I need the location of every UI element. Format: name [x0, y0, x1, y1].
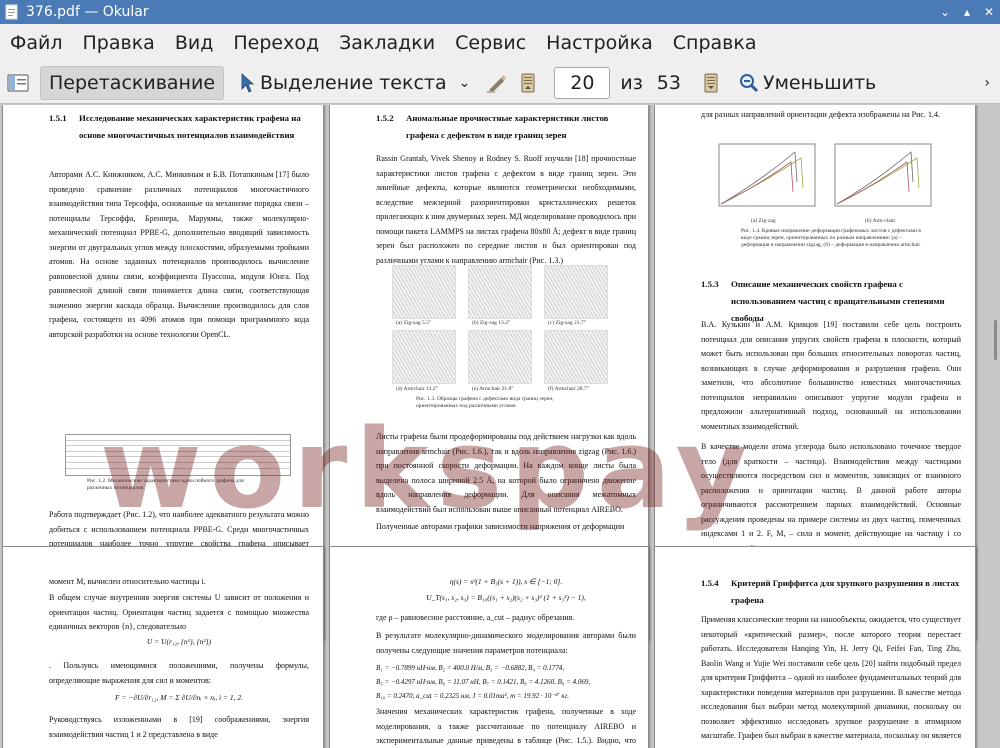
- figure-caption: Рис. 1.4. Кривые напряжение-деформация г…: [741, 228, 921, 248]
- body-paragraph: В.А. Кузькин и А.М. Кривцов [19] постави…: [701, 320, 961, 431]
- document-viewport[interactable]: 1.5.1 Исследование механических характер…: [0, 105, 1000, 748]
- body-paragraph: . Пользуясь имеющимися положениями, полу…: [49, 661, 309, 685]
- text-select-tool-label: Выделение текста: [260, 71, 447, 94]
- stress-strain-plot-a: [718, 143, 816, 207]
- maximize-button[interactable]: ▴: [956, 5, 978, 19]
- window-title: 376.pdf — Okular: [26, 4, 149, 20]
- parameter-line: B₅ = −0.4297 нН·нм, B₆ = 11.07 нН, B₇ = …: [376, 678, 591, 686]
- zoom-out-button[interactable]: Уменьшить: [731, 66, 884, 100]
- scrollbar-thumb[interactable]: [994, 320, 997, 360]
- body-paragraph: где ρ – равновесное расстояние, a_cut – …: [376, 613, 575, 622]
- page-next-icon[interactable]: [699, 71, 723, 95]
- minimize-button[interactable]: ⌄: [934, 5, 956, 19]
- browse-tool-label: Перетаскивание: [49, 71, 216, 94]
- toolbar-overflow-icon[interactable]: ›: [984, 75, 990, 91]
- body-paragraph: В качестве модели атома углерода было ис…: [701, 442, 961, 553]
- body-paragraph: Значения механических характеристик граф…: [376, 707, 636, 745]
- page-prev-icon[interactable]: [516, 71, 540, 95]
- menu-edit[interactable]: Правка: [73, 32, 165, 54]
- title-bar: 376.pdf — Okular ⌄ ▴ ✕: [0, 0, 1000, 24]
- formula: η(s) = s²(1 + B₃(s + 1)), s ∈ [−1; 0].: [449, 577, 563, 586]
- chevron-down-icon[interactable]: ⌄: [459, 75, 471, 91]
- table-row: [66, 463, 290, 469]
- zoom-out-label: Уменьшить: [762, 71, 877, 94]
- body-paragraph: Полученные авторами графики зависимости …: [376, 522, 625, 531]
- graphene-lattice-image: [544, 330, 608, 384]
- body-paragraph: В результате молекулярно-динамического м…: [376, 631, 636, 655]
- menu-file[interactable]: Файл: [0, 32, 73, 54]
- menu-view[interactable]: Вид: [165, 32, 224, 54]
- stress-strain-plot-b: [834, 143, 932, 207]
- section-heading: Критерий Гриффитса для хрупкого разрушен…: [731, 578, 960, 605]
- body-paragraph: В общем случае внутренняя энергия систем…: [49, 593, 309, 631]
- parameter-line: B₁ = −0.7899 нН·нм, B₂ = 400.0 Н/м, B₃ =…: [376, 664, 565, 672]
- body-paragraph: Листы графена были продеформированы под …: [376, 432, 636, 514]
- table-caption: Рис. 1.2. Механические характеристики од…: [87, 478, 244, 491]
- graphene-lattice-image: [468, 265, 532, 319]
- close-button[interactable]: ✕: [978, 5, 1000, 19]
- subfigure-label: (d) Armchair 13.2°: [396, 386, 438, 392]
- subfigure-label: (c) Zig-zag 21.7°: [548, 320, 586, 326]
- graphene-lattice-image: [392, 330, 456, 384]
- main-toolbar: Перетаскивание Выделение текста ⌄ 20 из …: [0, 62, 1000, 104]
- highlighter-icon[interactable]: [484, 71, 508, 95]
- text-select-tool-button[interactable]: Выделение текста ⌄: [230, 66, 478, 100]
- parameter-line: B₁₀ = 0.2470, a_cut = 0.2325 нм, J = 0.0…: [376, 692, 569, 700]
- body-paragraph: Авторами А.С. Книжником, А.С. Минкиным и…: [49, 170, 309, 339]
- magnifier-icon: [739, 71, 759, 95]
- page-20: момент M, вычислен относительно частицы …: [2, 546, 324, 748]
- body-paragraph: момент M, вычислен относительно частицы …: [49, 577, 206, 586]
- menu-help[interactable]: Справка: [663, 32, 767, 54]
- browse-tool-button[interactable]: Перетаскивание: [40, 65, 225, 100]
- page-22: 1.5.4 Критерий Гриффитса для хрупкого ра…: [654, 546, 976, 748]
- cursor-arrow-icon: [238, 71, 256, 95]
- menu-go[interactable]: Переход: [223, 32, 329, 54]
- page-number-input[interactable]: 20: [554, 66, 611, 99]
- page-total-label: 53: [656, 71, 681, 94]
- body-paragraph: Применяя классические теории на нанообъе…: [701, 615, 961, 748]
- subfigure-label: (b) Zig-zag 13.2°: [472, 320, 511, 326]
- page-of-label: из: [620, 71, 643, 94]
- menu-tools[interactable]: Сервис: [445, 32, 536, 54]
- section-heading: Исследование механических характеристик …: [79, 113, 301, 140]
- menu-bar: Файл Правка Вид Переход Закладки Сервис …: [0, 24, 1000, 62]
- subfigure-label: (b) Arm-chair: [865, 218, 896, 224]
- subfigure-label: (e) Armchair 21.8°: [472, 386, 514, 392]
- page-21: η(s) = s²(1 + B₃(s + 1)), s ∈ [−1; 0]. U…: [329, 546, 649, 748]
- subfigure-label: (a) Zig-zag 5.5°: [396, 320, 432, 326]
- subfigure-label: (a) Zig-zag: [751, 218, 776, 224]
- sidebar-toggle-icon[interactable]: [6, 71, 30, 95]
- menu-bookmarks[interactable]: Закладки: [329, 32, 445, 54]
- body-paragraph: Руководствуясь изложенными в [19] сообра…: [49, 715, 309, 739]
- menu-settings[interactable]: Настройка: [536, 32, 663, 54]
- formula: U_T(s₁, s₂, s₃) = B₁₀((s₁ + s₂)(s₂ + s₃)…: [426, 593, 586, 602]
- graphene-lattice-image: [392, 265, 456, 319]
- graphene-lattice-image: [544, 265, 608, 319]
- graphene-lattice-image: [468, 330, 532, 384]
- body-paragraph: Rassin Grantab, Vivek Shenoy и Rodney S.…: [376, 154, 636, 265]
- subfigure-label: (f) Armchair 28.7°: [548, 386, 589, 392]
- section-heading: Аномальные прочностные характеристики ли…: [406, 113, 609, 140]
- mechanics-table: [65, 434, 291, 476]
- figure-caption: Рис. 1.3. Образцы графена с дефектами ви…: [416, 396, 554, 409]
- pdf-file-icon: [4, 4, 20, 20]
- page-number-value: 20: [570, 71, 595, 94]
- formula: U = U(r₁₂, {n¹}, {n²}): [146, 637, 212, 646]
- body-paragraph: для разных направлений ориентации дефект…: [701, 110, 940, 119]
- formula: F = −∂U/∂r₁₂, M = Σ ∂U/∂nᵢ × nᵢ, i = 1, …: [114, 693, 243, 702]
- vertical-scrollbar[interactable]: [992, 105, 1000, 748]
